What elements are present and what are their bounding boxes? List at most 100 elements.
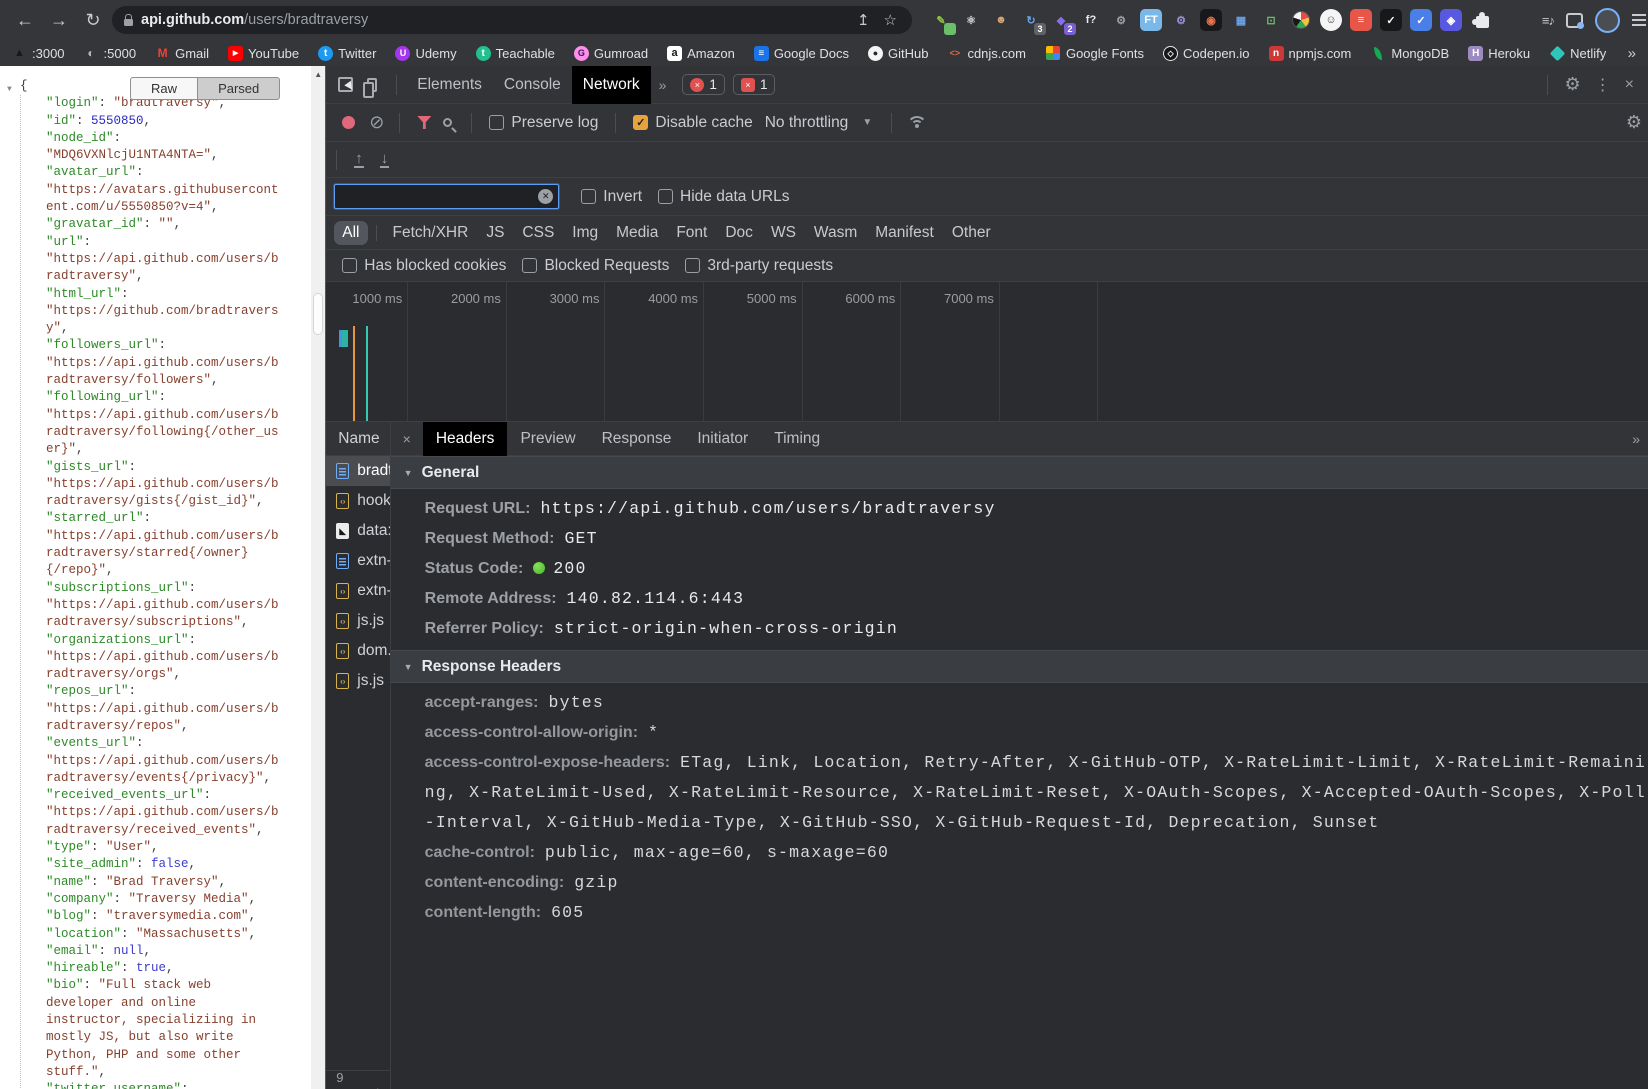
gear-gray-extension-icon[interactable]: ⚙ xyxy=(1110,9,1132,31)
close-detail-icon[interactable]: × xyxy=(391,431,423,447)
face-white-extension-icon[interactable]: ☺ xyxy=(1320,9,1342,31)
scrollbar-up-icon[interactable]: ▲ xyxy=(311,66,325,79)
lock-icon[interactable] xyxy=(124,13,133,26)
request-row-dom-js[interactable]: ‹›dom.js xyxy=(326,636,390,666)
request-row-extn-utils-js[interactable]: ‹›extn-utils.js xyxy=(326,576,390,606)
bookmark-twitter[interactable]: t Twitter xyxy=(318,45,376,61)
url-bar[interactable]: api.github.com/users/bradtraversy ↥ ☆ xyxy=(112,6,912,34)
menu-icon[interactable] xyxy=(1632,14,1646,26)
bookmark-google-fonts[interactable]: Google Fonts xyxy=(1045,45,1144,61)
tab-groups-icon[interactable] xyxy=(1566,12,1584,29)
filter-pill-font[interactable]: Font xyxy=(668,221,715,245)
detail-more-tabs-icon[interactable]: » xyxy=(1624,431,1648,447)
profile-avatar[interactable] xyxy=(1595,7,1620,33)
filter-pill-doc[interactable]: Doc xyxy=(717,221,761,245)
device-toolbar-icon[interactable] xyxy=(363,77,378,98)
network-overview-timeline[interactable]: 1000 ms 2000 ms 3000 ms 4000 ms 5000 ms 6000 … xyxy=(326,282,1648,422)
shield-blue-extension-icon[interactable]: ✓ xyxy=(1410,9,1432,31)
scrollbar-thumb[interactable] xyxy=(313,293,324,335)
filter-pill-other[interactable]: Other xyxy=(944,221,999,245)
bookmark-star-icon[interactable]: ☆ xyxy=(881,11,900,29)
filter-pill-js[interactable]: JS xyxy=(478,221,512,245)
filter-pill-fetch-xhr[interactable]: Fetch/XHR xyxy=(385,221,477,245)
name-column-header[interactable]: Name xyxy=(326,422,390,456)
filter-icon[interactable] xyxy=(417,116,432,129)
bookmark-mongodb[interactable]: MongoDB xyxy=(1370,45,1449,61)
general-section-header[interactable]: ▼ General xyxy=(390,456,1648,489)
request-row-bradtraversy[interactable]: bradtraversy xyxy=(326,456,390,486)
back-icon[interactable]: ← xyxy=(10,10,40,31)
collapse-caret-icon[interactable]: ▼ xyxy=(7,81,12,98)
page-scrollbar[interactable]: ▲ xyxy=(311,66,326,1089)
import-har-icon[interactable]: ↑ xyxy=(354,151,364,168)
camera-extension-icon[interactable]: ◉ xyxy=(1200,9,1222,31)
response-headers-section-header[interactable]: ▼ Response Headers xyxy=(390,650,1648,683)
throttling-caret-icon[interactable]: ▼ xyxy=(862,117,872,128)
panels-extension-icon[interactable]: ▦ xyxy=(1230,9,1252,31)
bookmark-google-docs[interactable]: ≡ Google Docs xyxy=(753,45,849,61)
detail-tab-timing[interactable]: Timing xyxy=(761,422,833,456)
devtools-tab-network[interactable]: Network xyxy=(571,66,651,104)
color-wheel-extension-icon[interactable] xyxy=(1290,9,1312,31)
export-har-icon[interactable]: ↓ xyxy=(379,151,390,168)
extensions-puzzle-extension-icon[interactable] xyxy=(1470,9,1492,31)
clear-icon[interactable]: ⊘ xyxy=(363,112,390,133)
filter-input[interactable] xyxy=(335,185,559,208)
detail-tab-response[interactable]: Response xyxy=(589,422,685,456)
bookmark-gumroad[interactable]: G Gumroad xyxy=(573,45,648,61)
bookmark-codepen-io[interactable]: ◇ Codepen.io xyxy=(1163,45,1250,61)
layers-extension-icon[interactable]: ◆ 2 xyxy=(1050,9,1076,35)
request-row-extn-utils-html[interactable]: extn-utils.html xyxy=(326,546,390,576)
gear-purple-extension-icon[interactable]: ⚙ xyxy=(1170,9,1192,31)
search-icon[interactable] xyxy=(443,118,453,127)
devtools-settings-icon[interactable]: ⚙ xyxy=(1557,74,1589,95)
console-errors-badge[interactable]: × 1 xyxy=(682,74,725,95)
request-row-js-js[interactable]: ‹› js.js xyxy=(326,606,389,636)
pencil-extension-icon[interactable]: ✎ xyxy=(930,9,956,35)
devtools-tab-console[interactable]: Console xyxy=(493,66,572,104)
filter-pill-img[interactable]: Img xyxy=(564,221,606,245)
filter-pill-media[interactable]: Media xyxy=(608,221,666,245)
bookmark-teachable[interactable]: t Teachable xyxy=(475,45,555,61)
notes-extension-icon[interactable]: ≡ xyxy=(1350,9,1372,31)
network-conditions-icon[interactable] xyxy=(907,115,928,130)
network-settings-icon[interactable]: ⚙ xyxy=(1618,112,1648,133)
detail-tab-headers[interactable]: Headers xyxy=(422,422,508,456)
detail-tab-preview[interactable]: Preview xyxy=(507,422,588,456)
request-row-hook-js[interactable]: ‹›hook.js xyxy=(326,486,390,516)
share-icon[interactable]: ↥ xyxy=(854,11,873,29)
filter-pill-ws[interactable]: WS xyxy=(763,221,804,245)
more-tabs-icon[interactable]: » xyxy=(651,77,675,93)
bookmark-youtube[interactable]: ▶ YouTube xyxy=(228,45,299,61)
filter-pill-manifest[interactable]: Manifest xyxy=(867,221,942,245)
bookmark-cdnjs-com[interactable]: <> cdnjs.com xyxy=(947,46,1026,61)
record-icon[interactable] xyxy=(342,116,356,129)
function-extension-icon[interactable]: f? xyxy=(1080,9,1102,31)
capture-extension-icon[interactable]: ⊡ xyxy=(1260,9,1282,31)
bookmark-udemy[interactable]: U Udemy xyxy=(395,45,457,61)
check-extension-icon[interactable]: ✓ xyxy=(1380,9,1402,31)
reload-icon[interactable]: ↻ xyxy=(78,10,108,31)
bookmark-amazon[interactable]: a Amazon xyxy=(667,45,735,61)
filter-pill-css[interactable]: CSS xyxy=(514,221,562,245)
shield-indigo-extension-icon[interactable]: ◈ xyxy=(1440,9,1462,31)
inspect-element-icon[interactable] xyxy=(338,77,354,92)
reading-list-icon[interactable]: ≡♪ xyxy=(1542,13,1555,28)
face-extension-icon[interactable]: ☻ xyxy=(990,9,1012,31)
bookmark-npmjs-com[interactable]: n npmjs.com xyxy=(1268,45,1351,61)
request-row-data-image-png[interactable]: ◣data:image/png;... xyxy=(326,516,390,546)
bookmark-3000[interactable]: ▲:3000 xyxy=(12,46,65,61)
bookmark-5000[interactable]: ◐:5000 xyxy=(84,46,136,61)
devtools-close-icon[interactable]: × xyxy=(1617,76,1642,94)
throttling-select[interactable]: No throttling xyxy=(765,114,849,132)
devtools-tab-elements[interactable]: Elements xyxy=(406,66,493,104)
bookmarks-overflow-icon[interactable]: » xyxy=(1628,45,1636,62)
issues-badge[interactable]: × 1 xyxy=(732,74,776,95)
bookmark-gmail[interactable]: M Gmail xyxy=(155,46,209,61)
filter-pill-all[interactable]: All xyxy=(334,220,368,245)
request-row-js-js[interactable]: ‹› js.js xyxy=(326,666,389,696)
bookmark-netlify[interactable]: Netlify xyxy=(1549,45,1606,61)
forward-icon[interactable]: → xyxy=(44,10,74,31)
ft-blue-extension-icon[interactable]: FT xyxy=(1140,9,1162,31)
filter-pill-wasm[interactable]: Wasm xyxy=(806,221,865,245)
